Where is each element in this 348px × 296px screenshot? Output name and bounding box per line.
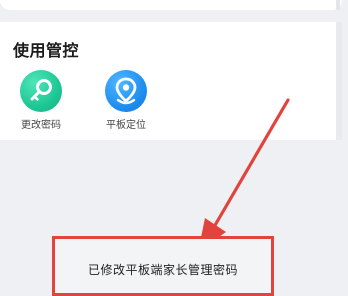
annotation-box: 已修改平板端家长管理密码 — [52, 236, 274, 296]
screen: 使用管控 更改密码 平板定位 已修改平板端家长管理密码 — [0, 0, 348, 296]
annotation-text: 已修改平板端家长管理密码 — [87, 263, 238, 277]
